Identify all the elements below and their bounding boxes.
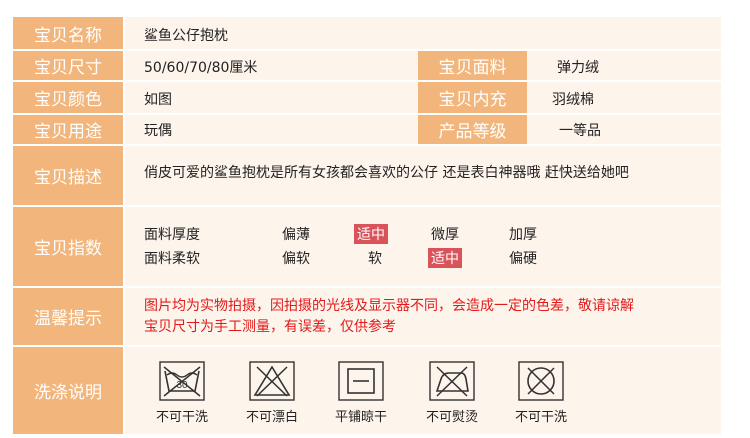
index-option: 微厚 [431, 227, 459, 243]
row-color: 宝贝颜色 如图 宝贝内充 羽绒棉 [13, 82, 721, 113]
label-name: 宝贝名称 [13, 17, 123, 49]
row-index: 宝贝指数 面料厚度 偏薄 适中 微厚 加厚 面料柔软 偏软 软 适中 偏硬 [13, 207, 721, 286]
care-text: 不可干洗 [155, 410, 208, 425]
care-text: 平铺晾干 [334, 410, 387, 425]
value-color: 如图 [144, 92, 172, 108]
index-option: 软 [368, 251, 382, 267]
row-tips: 温馨提示 图片均为实物拍摄，因拍摄的光线及显示器不同，会造成一定的色差，敬请谅解… [13, 288, 721, 345]
value-description: 俏皮可爱的鲨鱼抱枕是所有女孩都会喜欢的公仔 还是表白神器哦 赶快送给她吧 [144, 165, 629, 181]
row-use: 宝贝用途 玩偶 产品等级 一等品 [13, 115, 721, 144]
label-index: 宝贝指数 [13, 207, 123, 286]
care-text: 不可漂白 [245, 410, 298, 425]
tips-line-1: 图片均为实物拍摄，因拍摄的光线及显示器不同，会造成一定的色差，敬请谅解 [144, 298, 634, 314]
row-description: 宝贝描述 俏皮可爱的鲨鱼抱枕是所有女孩都会喜欢的公仔 还是表白神器哦 赶快送给她… [13, 146, 721, 205]
care-item-no-iron: 不可熨烫 [417, 361, 487, 425]
index-option-selected: 适中 [354, 224, 388, 244]
value-filling: 羽绒棉 [552, 92, 594, 108]
index-option: 加厚 [509, 227, 537, 243]
row-size: 宝贝尺寸 50/60/70/80厘米 宝贝面料 弹力绒 [13, 51, 721, 80]
value-size: 50/60/70/80厘米 [144, 60, 258, 76]
tips-line-2: 宝贝尺寸为手工测量，有误差，仅供参考 [144, 319, 396, 335]
no-iron-icon [429, 361, 475, 401]
care-item-flat-dry: 平铺晾干 [326, 361, 396, 425]
no-wash-icon: 30 [159, 361, 205, 401]
value-material: 弹力绒 [557, 60, 599, 76]
row-washing: 洗涤说明 30 不可干洗 不可漂白 平铺晾干 不可熨烫 不可干洗 [13, 347, 721, 434]
value-grade: 一等品 [559, 123, 601, 139]
index-option: 偏硬 [509, 251, 537, 267]
label-description: 宝贝描述 [13, 146, 123, 205]
label-color: 宝贝颜色 [13, 82, 123, 113]
index-option-selected: 适中 [428, 248, 462, 268]
care-item-no-bleach: 不可漂白 [237, 361, 307, 425]
label-use: 宝贝用途 [13, 115, 123, 144]
product-spec-table: 宝贝名称 鲨鱼公仔抱枕 宝贝尺寸 50/60/70/80厘米 宝贝面料 弹力绒 … [13, 17, 721, 434]
no-dryclean-icon [518, 361, 564, 401]
care-item-no-dryclean: 不可干洗 [506, 361, 576, 425]
label-washing: 洗涤说明 [13, 347, 123, 434]
index-option: 偏软 [282, 251, 310, 267]
index-name-softness: 面料柔软 [144, 251, 200, 267]
label-material: 宝贝面料 [418, 51, 527, 80]
index-name-thickness: 面料厚度 [144, 227, 200, 243]
label-grade: 产品等级 [418, 115, 527, 144]
value-use: 玩偶 [144, 123, 172, 139]
care-item-no-wash: 30 不可干洗 [147, 361, 217, 425]
care-text: 不可干洗 [514, 410, 567, 425]
value-name: 鲨鱼公仔抱枕 [144, 28, 228, 44]
no-bleach-icon [249, 361, 295, 401]
label-filling: 宝贝内充 [418, 82, 527, 113]
label-tips: 温馨提示 [13, 288, 123, 345]
index-option: 偏薄 [282, 227, 310, 243]
row-name: 宝贝名称 鲨鱼公仔抱枕 [13, 17, 721, 49]
label-size: 宝贝尺寸 [13, 51, 123, 80]
care-text: 不可熨烫 [425, 410, 478, 425]
flat-dry-icon [338, 361, 384, 401]
column-divider [123, 17, 125, 434]
